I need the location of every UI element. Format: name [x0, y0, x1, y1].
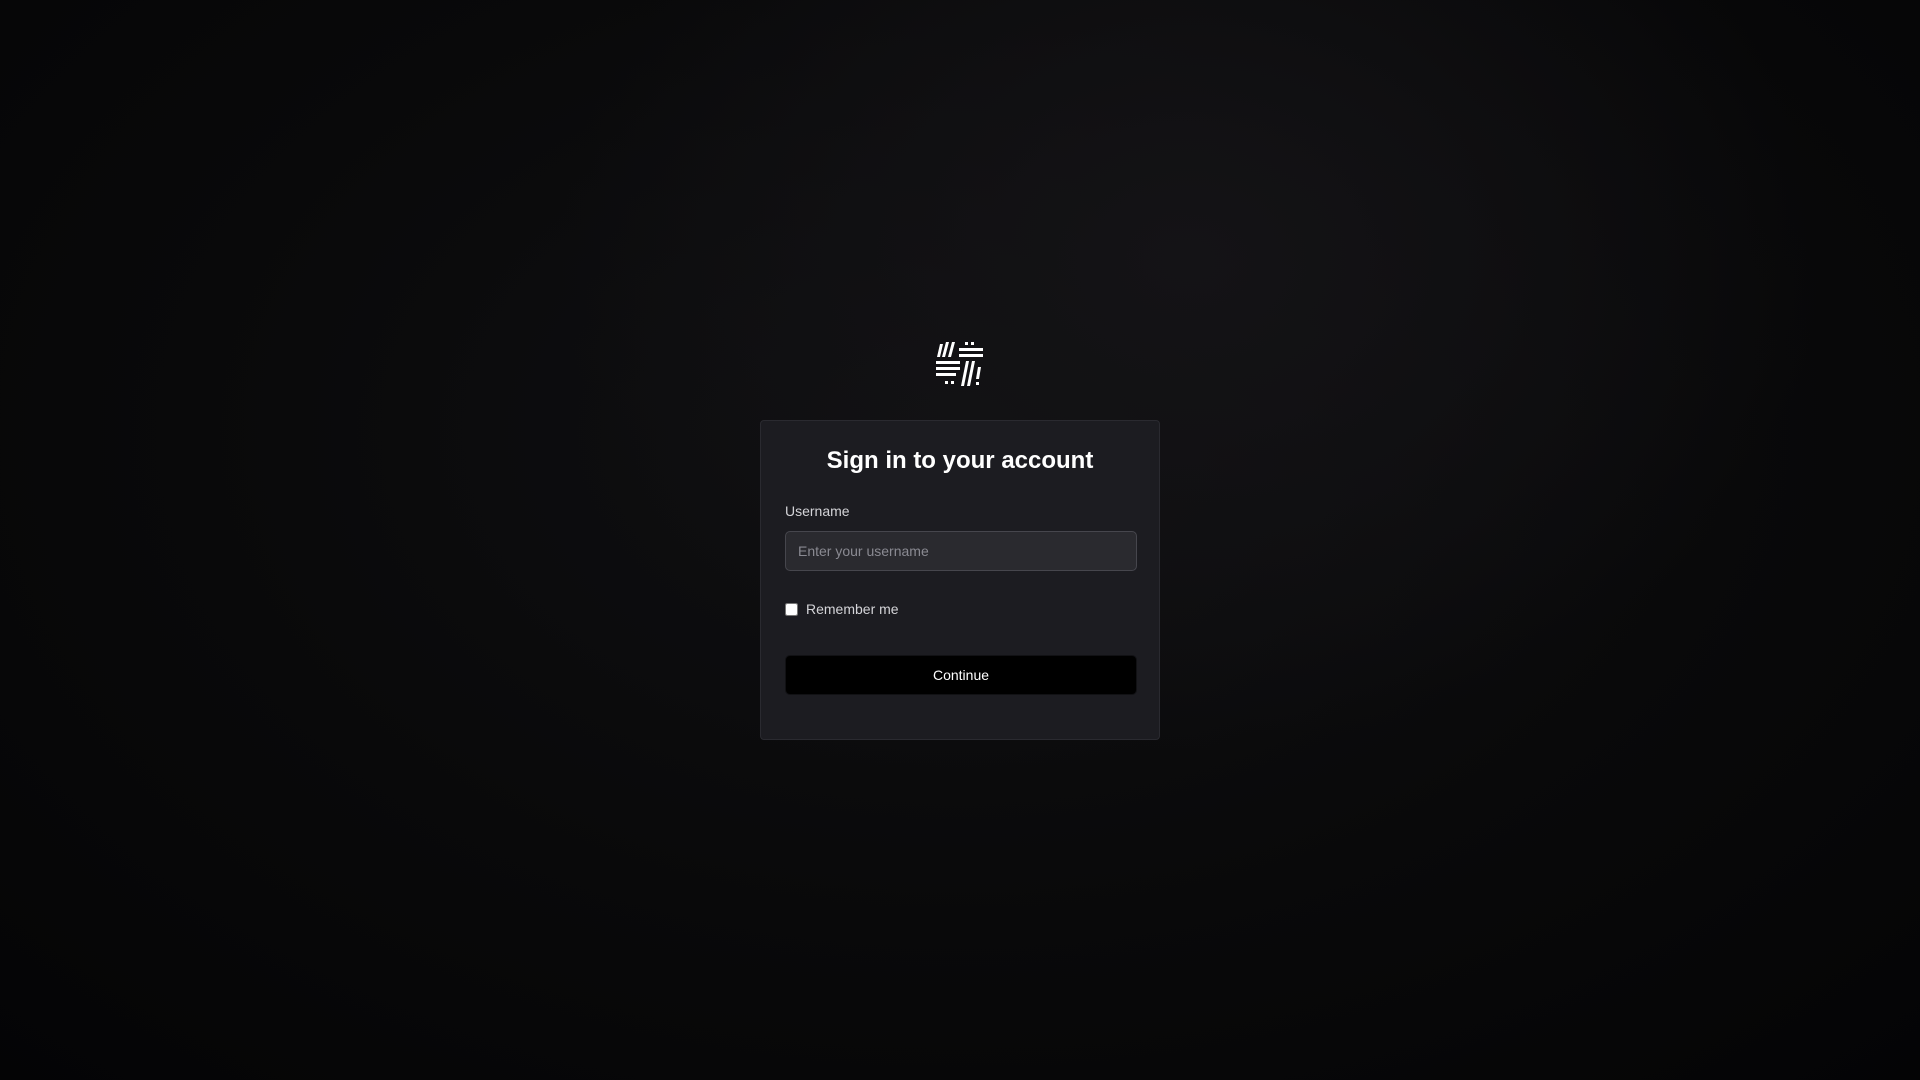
username-label: Username: [785, 503, 850, 519]
continue-button[interactable]: Continue: [785, 655, 1137, 695]
remember-me-checkbox[interactable]: [785, 602, 798, 616]
hash-slash-logo-icon: [936, 342, 983, 386]
app-logo-icon: [935, 339, 985, 389]
remember-me-label[interactable]: Remember me: [806, 601, 899, 617]
login-card: Sign in to your account Username Remembe…: [760, 420, 1160, 740]
username-input[interactable]: [785, 531, 1137, 571]
remember-me-row: Remember me: [785, 601, 1135, 617]
page-title: Sign in to your account: [826, 447, 1094, 474]
